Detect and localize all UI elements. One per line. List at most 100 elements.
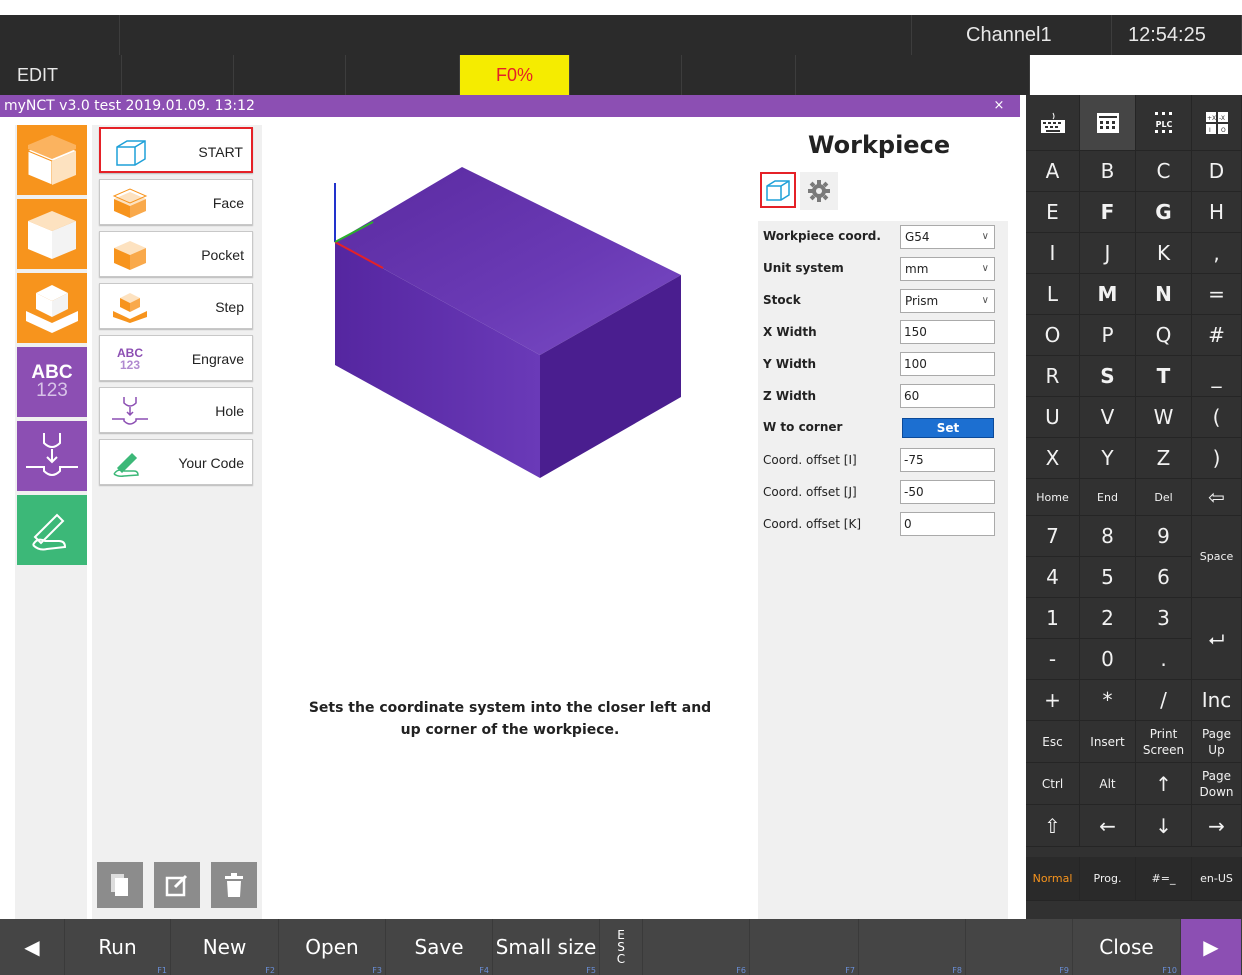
- key[interactable]: #: [1192, 315, 1242, 356]
- key[interactable]: +: [1026, 680, 1080, 721]
- operation-hole-button[interactable]: Hole: [99, 387, 253, 433]
- enter-key[interactable]: ⮠: [1192, 598, 1242, 680]
- io-tab[interactable]: +X -X I O: [1192, 95, 1242, 151]
- key[interactable]: Z: [1136, 438, 1192, 479]
- key[interactable]: E: [1026, 192, 1080, 233]
- key[interactable]: Print Screen: [1136, 721, 1192, 763]
- delete-button[interactable]: [211, 862, 257, 908]
- key[interactable]: A: [1026, 151, 1080, 192]
- hand-pen-tile-icon[interactable]: [17, 495, 87, 565]
- key[interactable]: Insert: [1080, 721, 1136, 763]
- esc-button[interactable]: ESC: [600, 919, 643, 975]
- key[interactable]: D: [1192, 151, 1242, 192]
- key[interactable]: (: [1192, 397, 1242, 438]
- operation-face-button[interactable]: Face: [99, 179, 253, 225]
- window-close-button[interactable]: ×: [978, 95, 1020, 117]
- key[interactable]: ↑: [1136, 763, 1192, 805]
- function-run-button[interactable]: Run F1: [65, 919, 171, 975]
- key[interactable]: G: [1136, 192, 1192, 233]
- key[interactable]: Page Up: [1192, 721, 1242, 763]
- function-new-button[interactable]: New F2: [171, 919, 279, 975]
- key[interactable]: X: [1026, 438, 1080, 479]
- key[interactable]: ←: [1080, 805, 1136, 847]
- key[interactable]: en-US: [1192, 857, 1242, 901]
- key[interactable]: M: [1080, 274, 1136, 315]
- numpad-tab[interactable]: [1080, 95, 1136, 151]
- keyboard-tab[interactable]: [1026, 95, 1080, 151]
- key[interactable]: Normal: [1026, 857, 1080, 901]
- offset-k-input[interactable]: 0: [900, 512, 995, 536]
- pocket-tile-icon[interactable]: [17, 199, 87, 269]
- function-open-button[interactable]: Open F3: [279, 919, 386, 975]
- key[interactable]: 9: [1136, 516, 1192, 557]
- key[interactable]: →: [1192, 805, 1242, 847]
- key[interactable]: F: [1080, 192, 1136, 233]
- key[interactable]: 4: [1026, 557, 1080, 598]
- key[interactable]: V: [1080, 397, 1136, 438]
- key[interactable]: 0: [1080, 639, 1136, 680]
- stock-select[interactable]: Prism ∨: [900, 289, 995, 313]
- operation-your-code-button[interactable]: Your Code: [99, 439, 253, 485]
- key[interactable]: Del: [1136, 479, 1192, 516]
- engrave-tile-icon[interactable]: ABC 123: [17, 347, 87, 417]
- left-arrow-button[interactable]: ◀: [0, 919, 65, 975]
- key[interactable]: R: [1026, 356, 1080, 397]
- key[interactable]: 6: [1136, 557, 1192, 598]
- operation-step-button[interactable]: Step: [99, 283, 253, 329]
- key[interactable]: J: [1080, 233, 1136, 274]
- step-tile-icon[interactable]: [17, 273, 87, 343]
- key[interactable]: Alt: [1080, 763, 1136, 805]
- function-small-size-button[interactable]: Small size F5: [493, 919, 600, 975]
- key[interactable]: ⇦: [1192, 479, 1242, 516]
- edit-button[interactable]: [154, 862, 200, 908]
- key[interactable]: K: [1136, 233, 1192, 274]
- offset-i-input[interactable]: -75: [900, 448, 995, 472]
- key[interactable]: 1: [1026, 598, 1080, 639]
- key[interactable]: W: [1136, 397, 1192, 438]
- function-save-button[interactable]: Save F4: [386, 919, 493, 975]
- key[interactable]: U: [1026, 397, 1080, 438]
- w-to-corner-set-button[interactable]: Set: [902, 418, 994, 438]
- key[interactable]: P: [1080, 315, 1136, 356]
- key[interactable]: B: [1080, 151, 1136, 192]
- key[interactable]: Ctrl: [1026, 763, 1080, 805]
- unit-system-select[interactable]: mm ∨: [900, 257, 995, 281]
- key[interactable]: T: [1136, 356, 1192, 397]
- right-arrow-button[interactable]: ▶: [1181, 919, 1242, 975]
- key[interactable]: #=_: [1136, 857, 1192, 901]
- key[interactable]: Q: [1136, 315, 1192, 356]
- key[interactable]: ⇧: [1026, 805, 1080, 847]
- key[interactable]: Y: [1080, 438, 1136, 479]
- key[interactable]: Prog.: [1080, 857, 1136, 901]
- 3d-viewer[interactable]: Sets the coordinate system into the clos…: [265, 125, 755, 920]
- key[interactable]: _: [1192, 356, 1242, 397]
- key[interactable]: 3: [1136, 598, 1192, 639]
- key[interactable]: 8: [1080, 516, 1136, 557]
- tab-settings[interactable]: [800, 172, 838, 210]
- key[interactable]: H: [1192, 192, 1242, 233]
- key[interactable]: =: [1192, 274, 1242, 315]
- key[interactable]: ↓: [1136, 805, 1192, 847]
- copy-button[interactable]: [97, 862, 143, 908]
- x-width-input[interactable]: 150: [900, 320, 995, 344]
- key[interactable]: L: [1026, 274, 1080, 315]
- plc-tab[interactable]: PLC: [1136, 95, 1192, 151]
- operation-engrave-button[interactable]: ABC 123 Engrave: [99, 335, 253, 381]
- key[interactable]: .: [1136, 639, 1192, 680]
- key[interactable]: I: [1026, 233, 1080, 274]
- key[interactable]: Home: [1026, 479, 1080, 516]
- key[interactable]: *: [1080, 680, 1136, 721]
- tab-geometry[interactable]: [760, 172, 796, 208]
- function-empty-button[interactable]: F7: [750, 919, 859, 975]
- y-width-input[interactable]: 100: [900, 352, 995, 376]
- workpiece-coord-select[interactable]: G54 ∨: [900, 225, 995, 249]
- key[interactable]: /: [1136, 680, 1192, 721]
- key[interactable]: Page Down: [1192, 763, 1242, 805]
- space-key[interactable]: Space: [1192, 516, 1242, 598]
- function-close-button[interactable]: Close F10: [1073, 919, 1181, 975]
- face-tile-icon[interactable]: [17, 125, 87, 195]
- key[interactable]: 7: [1026, 516, 1080, 557]
- offset-j-input[interactable]: -50: [900, 480, 995, 504]
- key[interactable]: N: [1136, 274, 1192, 315]
- key[interactable]: Inc: [1192, 680, 1242, 721]
